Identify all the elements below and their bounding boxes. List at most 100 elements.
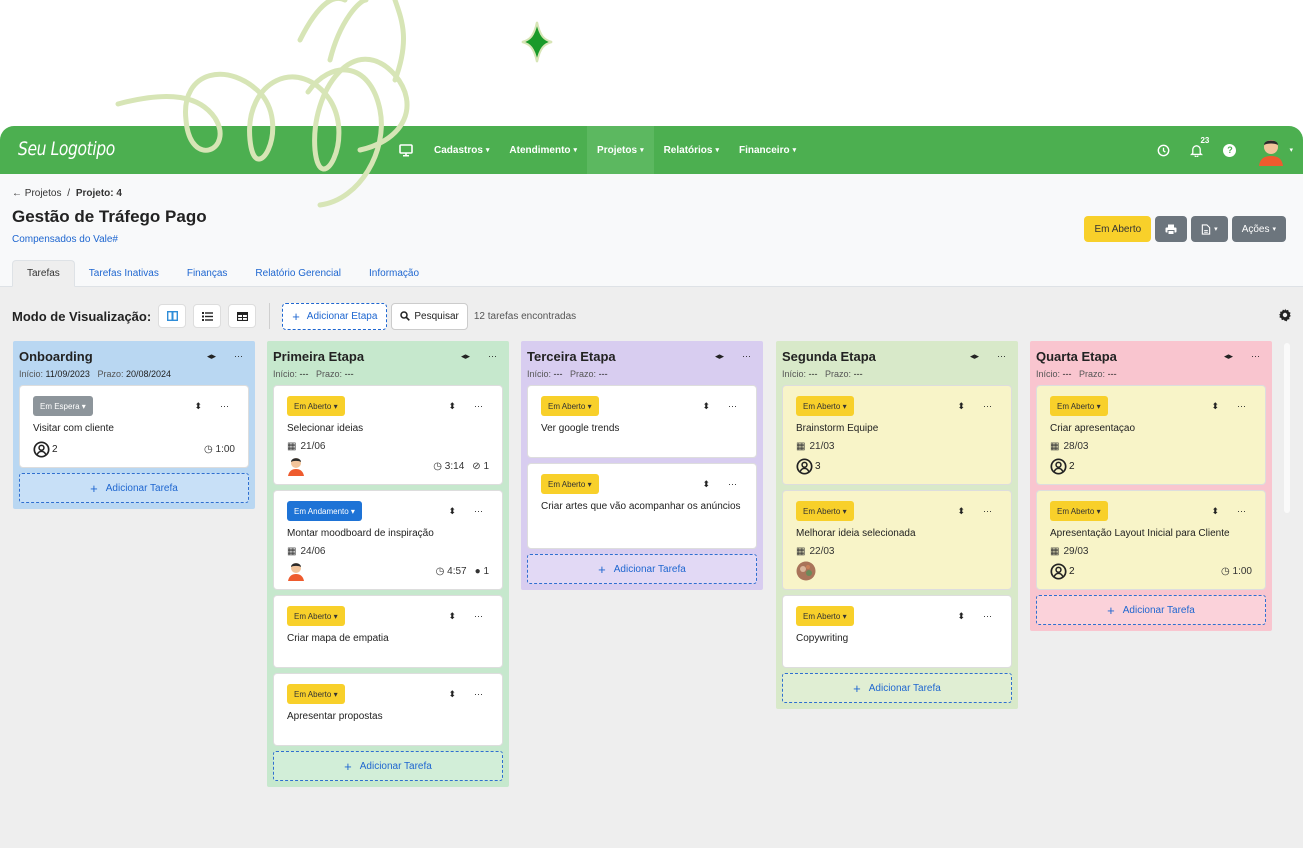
- more-icon[interactable]: ···: [234, 351, 243, 362]
- task-card[interactable]: Em Aberto ▾ ⬍ ··· Selecionar ideias ▦ 21/0…: [273, 385, 503, 485]
- more-icon[interactable]: ···: [983, 611, 992, 622]
- nav-cadastros[interactable]: Cadastros ▾: [424, 126, 499, 174]
- more-icon[interactable]: ···: [474, 506, 483, 517]
- task-card[interactable]: Em Espera ▾ ⬍ ··· Visitar com cliente 2 ◷…: [19, 385, 249, 468]
- move-horizontal-icon[interactable]: ◂▸: [1224, 351, 1233, 362]
- more-icon[interactable]: ···: [1237, 401, 1246, 412]
- monitor-icon[interactable]: [392, 126, 420, 174]
- status-badge[interactable]: Em Aberto ▾: [796, 606, 854, 626]
- nav-projetos[interactable]: Projetos ▾: [587, 126, 654, 174]
- user-avatar: [288, 563, 304, 581]
- sort-icon[interactable]: ⬍: [957, 506, 965, 517]
- sort-icon[interactable]: ⬍: [1211, 506, 1219, 517]
- status-badge[interactable]: Em Andamento ▾: [287, 501, 362, 521]
- move-horizontal-icon[interactable]: ◂▸: [970, 351, 979, 362]
- user-menu[interactable]: ▾: [1256, 134, 1293, 166]
- status-badge[interactable]: Em Aberto ▾: [287, 606, 345, 626]
- add-task-button[interactable]: + Adicionar Tarefa: [527, 554, 757, 584]
- more-icon[interactable]: ···: [220, 401, 229, 412]
- more-icon[interactable]: ···: [728, 401, 737, 412]
- tab-relatorio-gerencial[interactable]: Relatório Gerencial: [241, 260, 355, 287]
- more-icon[interactable]: ···: [1251, 351, 1260, 362]
- more-icon[interactable]: ···: [728, 479, 737, 490]
- sort-icon[interactable]: ⬍: [194, 401, 202, 412]
- add-task-button[interactable]: + Adicionar Tarefa: [782, 673, 1012, 703]
- more-icon[interactable]: ···: [474, 611, 483, 622]
- task-card[interactable]: Em Aberto ▾ ⬍ ··· Brainstorm Equipe ▦ 21/0…: [782, 385, 1012, 485]
- sort-icon[interactable]: ⬍: [957, 611, 965, 622]
- sort-icon[interactable]: ⬍: [448, 611, 456, 622]
- gear-icon[interactable]: [1278, 308, 1292, 325]
- sort-icon[interactable]: ⬍: [448, 401, 456, 412]
- more-icon[interactable]: ···: [474, 689, 483, 700]
- more-icon[interactable]: ···: [997, 351, 1006, 362]
- status-badge[interactable]: Em Aberto ▾: [796, 396, 854, 416]
- more-icon[interactable]: ···: [488, 351, 497, 362]
- move-horizontal-icon[interactable]: ◂▸: [207, 351, 216, 362]
- more-icon[interactable]: ···: [474, 401, 483, 412]
- assigned-users: 2: [33, 440, 58, 458]
- tab-financas[interactable]: Finanças: [173, 260, 242, 287]
- status-button[interactable]: Em Aberto: [1084, 216, 1152, 242]
- more-icon[interactable]: ···: [983, 401, 992, 412]
- tab-tarefas-inativas[interactable]: Tarefas Inativas: [75, 260, 173, 287]
- stage-dates: Início: --- Prazo: ---: [1036, 369, 1117, 379]
- add-task-button[interactable]: + Adicionar Tarefa: [273, 751, 503, 781]
- calendar-icon: ▦: [1050, 546, 1060, 557]
- file-icon: [1201, 223, 1211, 235]
- nav-atendimento[interactable]: Atendimento ▾: [499, 126, 587, 174]
- sort-icon[interactable]: ⬍: [448, 689, 456, 700]
- table-view-button[interactable]: [228, 304, 257, 328]
- status-badge[interactable]: Em Aberto ▾: [796, 501, 854, 521]
- nav-financeiro[interactable]: Financeiro ▾: [729, 126, 806, 174]
- more-icon[interactable]: ···: [742, 351, 751, 362]
- list-view-button[interactable]: [193, 304, 222, 328]
- task-card[interactable]: Em Aberto ▾ ⬍ ··· Criar artes que vão aco…: [527, 463, 757, 549]
- sort-icon[interactable]: ⬍: [702, 401, 710, 412]
- actions-button[interactable]: Ações ▾: [1231, 216, 1286, 242]
- task-card[interactable]: Em Andamento ▾ ⬍ ··· Montar moodboard de …: [273, 490, 503, 590]
- status-badge[interactable]: Em Aberto ▾: [287, 684, 345, 704]
- board-scrollbar[interactable]: [1284, 343, 1290, 513]
- task-card[interactable]: Em Aberto ▾ ⬍ ··· Apresentar propostas: [273, 673, 503, 746]
- sort-icon[interactable]: ⬍: [957, 401, 965, 412]
- add-stage-button[interactable]: + Adicionar Etapa: [282, 302, 388, 330]
- status-badge[interactable]: Em Aberto ▾: [1050, 501, 1108, 521]
- due-date: ▦ 29/03: [1050, 546, 1089, 557]
- task-title: Criar apresentaçao: [1050, 423, 1136, 434]
- more-icon[interactable]: ···: [983, 506, 992, 517]
- add-task-button[interactable]: + Adicionar Tarefa: [19, 473, 249, 503]
- status-badge[interactable]: Em Aberto ▾: [287, 396, 345, 416]
- logo[interactable]: Seu Logotipo: [18, 138, 115, 160]
- task-card[interactable]: Em Aberto ▾ ⬍ ··· Criar mapa de empatia: [273, 595, 503, 668]
- kanban-view-button[interactable]: [158, 304, 187, 328]
- add-task-button[interactable]: + Adicionar Tarefa: [1036, 595, 1266, 625]
- task-card[interactable]: Em Aberto ▾ ⬍ ··· Apresentação Layout Ini…: [1036, 490, 1266, 590]
- task-card[interactable]: Em Aberto ▾ ⬍ ··· Ver google trends: [527, 385, 757, 458]
- move-horizontal-icon[interactable]: ◂▸: [715, 351, 724, 362]
- status-badge[interactable]: Em Espera ▾: [33, 396, 93, 416]
- print-button[interactable]: [1155, 216, 1188, 242]
- task-card[interactable]: Em Aberto ▾ ⬍ ··· Melhorar ideia selecion…: [782, 490, 1012, 590]
- move-horizontal-icon[interactable]: ◂▸: [461, 351, 470, 362]
- sort-icon[interactable]: ⬍: [702, 479, 710, 490]
- clock-icon[interactable]: [1157, 144, 1170, 157]
- tab-tarefas[interactable]: Tarefas: [12, 260, 75, 287]
- nav-relatorios[interactable]: Relatórios ▾: [654, 126, 729, 174]
- task-card[interactable]: Em Aberto ▾ ⬍ ··· Copywriting: [782, 595, 1012, 668]
- export-button[interactable]: ▾: [1191, 216, 1228, 242]
- status-badge[interactable]: Em Aberto ▾: [1050, 396, 1108, 416]
- help-icon[interactable]: ?: [1223, 143, 1237, 157]
- client-link[interactable]: Compensados do Vale#: [12, 234, 118, 245]
- breadcrumb-back-link[interactable]: ← Projetos: [12, 188, 61, 199]
- sort-icon[interactable]: ⬍: [1211, 401, 1219, 412]
- status-badge[interactable]: Em Aberto ▾: [541, 396, 599, 416]
- attachment-count: ⊘ 1: [472, 460, 489, 472]
- more-icon[interactable]: ···: [1237, 506, 1246, 517]
- bell-icon[interactable]: 23: [1190, 136, 1209, 157]
- tab-informacao[interactable]: Informação: [355, 260, 433, 287]
- task-card[interactable]: Em Aberto ▾ ⬍ ··· Criar apresentaçao ▦ 28/…: [1036, 385, 1266, 485]
- status-badge[interactable]: Em Aberto ▾: [541, 474, 599, 494]
- search-button[interactable]: Pesquisar: [391, 302, 468, 330]
- sort-icon[interactable]: ⬍: [448, 506, 456, 517]
